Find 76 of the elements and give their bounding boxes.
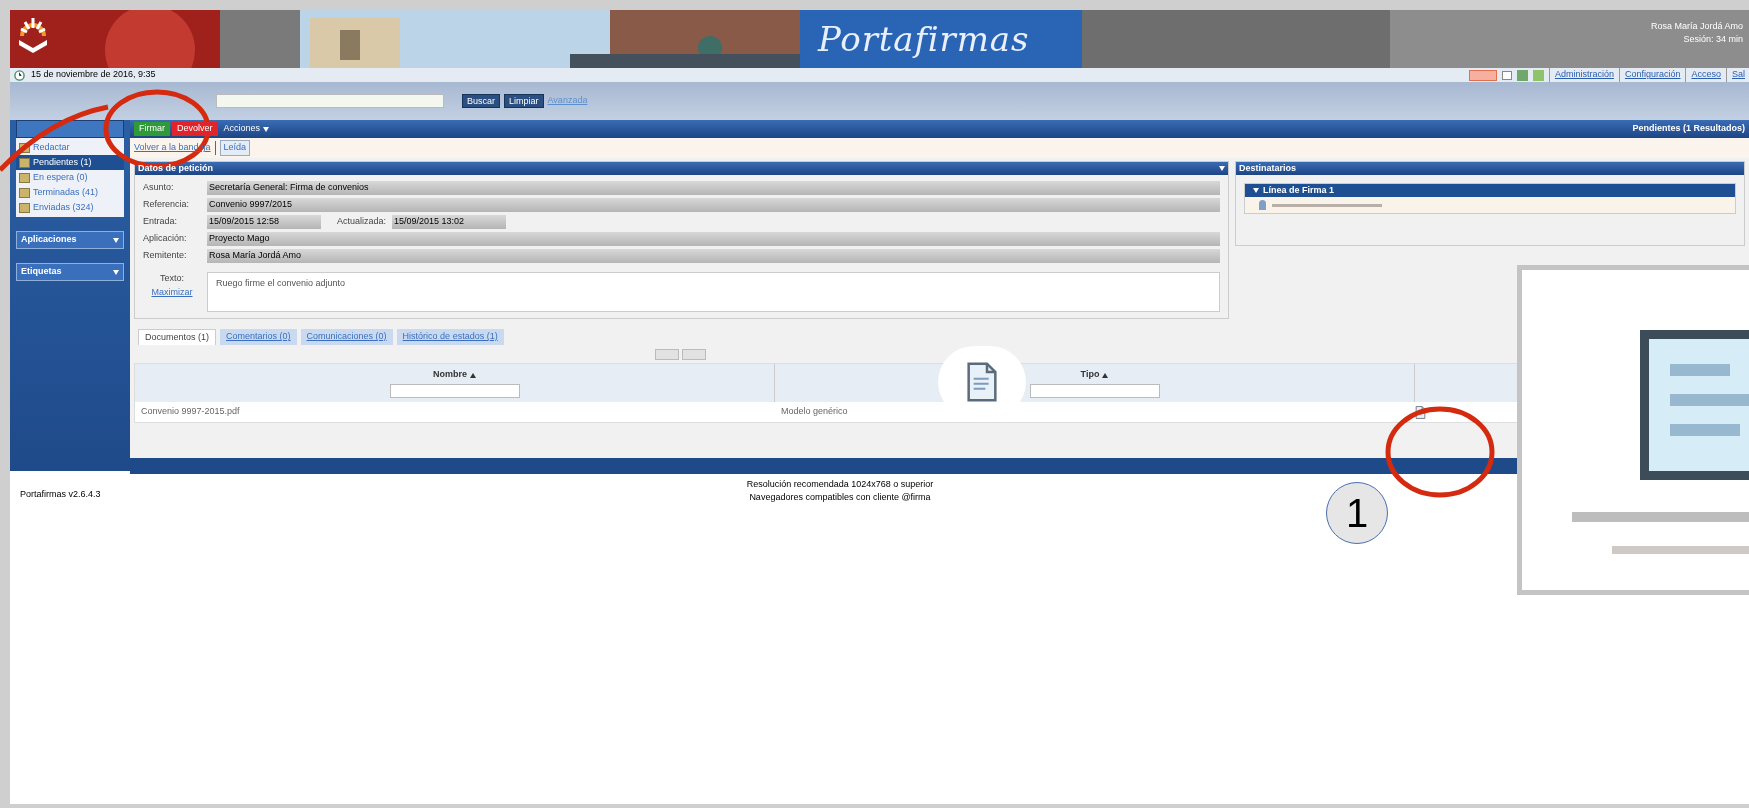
- field-value: Convenio 9997/2015: [207, 198, 1220, 212]
- filter-field[interactable]: [389, 383, 520, 398]
- field-value: Proyecto Mago: [207, 232, 1220, 246]
- window-icon[interactable]: [1532, 69, 1544, 81]
- field-label: Aplicación:: [143, 232, 188, 246]
- caret-icon: [1219, 166, 1225, 171]
- envelope-icon[interactable]: [1501, 70, 1512, 80]
- version-text: Portafirmas v2.6.4.3: [20, 489, 101, 499]
- message-text: Ruego firme el convenio adjunto: [207, 272, 1220, 312]
- toolbar-button[interactable]: Firmar: [134, 122, 170, 136]
- tab[interactable]: Comunicaciones (0): [300, 329, 393, 345]
- document-icon: [1415, 405, 1426, 419]
- flag-icon[interactable]: [1468, 69, 1497, 81]
- sidebar-section[interactable]: Etiquetas: [16, 263, 124, 281]
- caret-icon: [1102, 372, 1109, 378]
- field-value: 15/09/2015 13:02: [392, 215, 507, 229]
- panel-title: Destinatarios: [1239, 161, 1297, 175]
- user-name: Rosa María Jordá Amo: [1650, 20, 1743, 33]
- folder-icon: [19, 187, 30, 198]
- window-icon[interactable]: [1516, 69, 1528, 81]
- maximize-link[interactable]: Maximizar: [151, 285, 193, 299]
- footer-note: Navegadores compatibles con cliente @firma: [749, 491, 931, 504]
- section-label: Etiquetas: [21, 265, 62, 279]
- search-button[interactable]: Buscar: [462, 94, 500, 108]
- caret-icon: [1253, 188, 1259, 193]
- footer-note: Resolución recomendada 1024x768 o superior: [746, 478, 934, 491]
- field-label: Remitente:: [143, 249, 188, 263]
- read-status: Leída: [219, 140, 251, 156]
- field-label: Asunto:: [143, 181, 175, 195]
- document-icon: [965, 362, 999, 402]
- field-value: Rosa María Jordá Amo: [207, 249, 1220, 263]
- header-link[interactable]: Administración: [1548, 68, 1614, 82]
- sidebar-item[interactable]: Enviadas (324): [16, 200, 124, 215]
- search-field[interactable]: [216, 94, 444, 108]
- pager-button[interactable]: [681, 348, 706, 360]
- tab[interactable]: Histórico de estados (1): [396, 329, 504, 345]
- results-count: Pendientes (1 Resultados): [1632, 122, 1745, 136]
- field-label: Texto:: [160, 272, 184, 285]
- zoomed-document-icon: [1640, 330, 1749, 480]
- app-title: Portafirmas: [818, 17, 1030, 61]
- folder-icon: [19, 202, 30, 213]
- session-time: Sesión: 34 min: [1683, 33, 1743, 46]
- header-link[interactable]: Sal: [1726, 68, 1745, 82]
- header-link[interactable]: Acceso: [1685, 68, 1721, 82]
- table-cell-text: Modelo genérico: [780, 405, 849, 419]
- field-label: Entrada:: [143, 215, 179, 229]
- pager-button[interactable]: [654, 348, 679, 360]
- sidebar-item[interactable]: En espera (0): [16, 170, 124, 185]
- caret-icon: [263, 126, 270, 132]
- field-label: Referencia:: [143, 198, 191, 212]
- sidebar-item[interactable]: Pendientes (1): [16, 155, 124, 170]
- column-header[interactable]: Nombre: [433, 368, 467, 382]
- caret-icon: [113, 237, 119, 243]
- caret-icon: [470, 372, 476, 378]
- tab[interactable]: Documentos (1): [138, 329, 217, 345]
- person-icon: [1259, 200, 1266, 210]
- table-cell-text: Convenio 9997-2015.pdf: [140, 405, 241, 419]
- signature-line-header[interactable]: Línea de Firma 1: [1245, 184, 1735, 197]
- actions-menu[interactable]: Acciones: [219, 122, 274, 136]
- field-label: Actualizada:: [337, 215, 387, 229]
- header-link[interactable]: Configuración: [1618, 68, 1681, 82]
- clock-icon: [14, 69, 25, 81]
- sidebar-section[interactable]: Aplicaciones: [16, 231, 124, 249]
- tab[interactable]: Comentarios (0): [220, 329, 297, 345]
- search-button[interactable]: Limpiar: [504, 94, 544, 108]
- column-header[interactable]: Tipo: [1080, 368, 1100, 382]
- field-value: Secretaría General: Firma de convenios: [207, 181, 1220, 195]
- field-value: 15/09/2015 12:58: [207, 215, 321, 229]
- folder-icon: [19, 157, 30, 168]
- folder-icon: [19, 172, 30, 183]
- sidebar-item[interactable]: Terminadas (41): [16, 185, 124, 200]
- caret-icon: [113, 269, 119, 275]
- toolbar-button[interactable]: Devolver: [172, 122, 218, 136]
- current-date: 15 de noviembre de 2016, 9:35: [31, 68, 156, 82]
- filter-field[interactable]: [1029, 383, 1160, 398]
- section-label: Aplicaciones: [21, 233, 77, 247]
